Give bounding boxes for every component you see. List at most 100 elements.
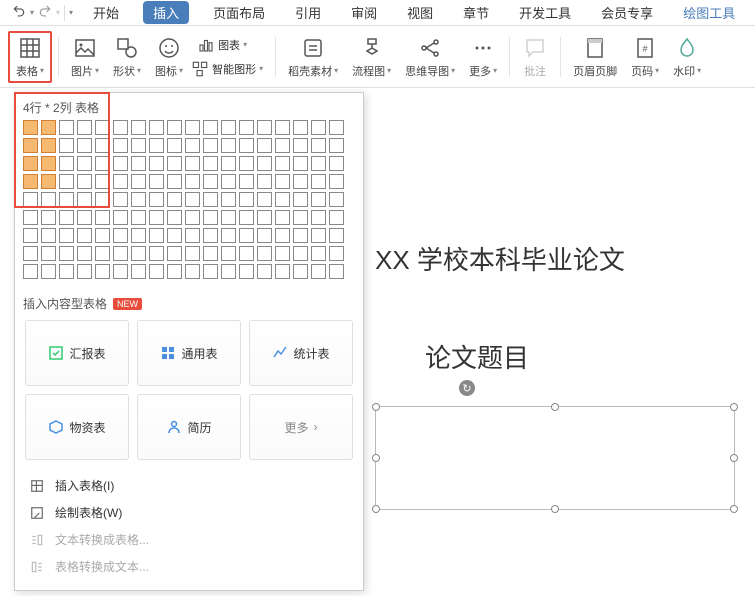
grid-cell[interactable] [23,120,38,135]
grid-cell[interactable] [221,264,236,279]
grid-cell[interactable] [239,246,254,261]
menu-draw-table[interactable]: 绘制表格(W) [15,499,363,526]
grid-cell[interactable] [77,264,92,279]
ribbon-chart[interactable]: 图表▾ [191,32,253,58]
grid-cell[interactable] [95,246,110,261]
dropdown-caret[interactable]: ▾ [56,8,60,17]
grid-cell[interactable] [221,138,236,153]
grid-cell[interactable] [275,138,290,153]
text-frame[interactable] [375,406,735,510]
tab-member[interactable]: 会员专享 [595,1,659,24]
tab-start[interactable]: 开始 [87,1,125,24]
grid-cell[interactable] [329,210,344,225]
menu-insert-table[interactable]: 插入表格(I) [15,472,363,499]
grid-cell[interactable] [149,246,164,261]
resize-handle[interactable] [551,505,559,513]
grid-cell[interactable] [23,192,38,207]
grid-cell[interactable] [131,156,146,171]
grid-cell[interactable] [113,156,128,171]
grid-cell[interactable] [311,246,326,261]
grid-cell[interactable] [275,192,290,207]
grid-cell[interactable] [149,120,164,135]
grid-cell[interactable] [221,120,236,135]
tab-chapter[interactable]: 章节 [457,1,495,24]
grid-cell[interactable] [59,120,74,135]
grid-cell[interactable] [59,264,74,279]
grid-cell[interactable] [41,192,56,207]
grid-cell[interactable] [95,192,110,207]
grid-cell[interactable] [203,156,218,171]
grid-cell[interactable] [239,138,254,153]
grid-cell[interactable] [203,228,218,243]
grid-cell[interactable] [293,156,308,171]
grid-cell[interactable] [167,174,182,189]
grid-cell[interactable] [293,120,308,135]
grid-cell[interactable] [41,228,56,243]
tab-view[interactable]: 视图 [401,1,439,24]
grid-cell[interactable] [275,156,290,171]
resize-handle[interactable] [372,403,380,411]
tab-drawing-tools[interactable]: 绘图工具 [677,1,741,24]
grid-cell[interactable] [275,264,290,279]
ribbon-header-footer[interactable]: 页眉页脚 [567,31,623,83]
grid-cell[interactable] [329,246,344,261]
grid-cell[interactable] [239,156,254,171]
grid-cell[interactable] [329,174,344,189]
grid-cell[interactable] [167,246,182,261]
grid-cell[interactable] [185,264,200,279]
grid-cell[interactable] [77,120,92,135]
grid-cell[interactable] [23,156,38,171]
grid-cell[interactable] [239,264,254,279]
grid-cell[interactable] [329,120,344,135]
grid-cell[interactable] [185,228,200,243]
undo-button[interactable] [8,2,30,24]
ribbon-page-number[interactable]: # 页码▾ [625,31,665,83]
grid-cell[interactable] [131,174,146,189]
rotate-handle[interactable]: ↻ [459,380,475,396]
grid-cell[interactable] [257,138,272,153]
grid-cell[interactable] [131,264,146,279]
grid-cell[interactable] [149,174,164,189]
grid-cell[interactable] [131,228,146,243]
table-size-grid[interactable] [15,120,363,289]
grid-cell[interactable] [113,210,128,225]
grid-cell[interactable] [59,138,74,153]
tab-references[interactable]: 引用 [289,1,327,24]
grid-cell[interactable] [149,210,164,225]
grid-cell[interactable] [95,120,110,135]
template-general[interactable]: 通用表 [137,320,241,386]
grid-cell[interactable] [293,174,308,189]
grid-cell[interactable] [185,174,200,189]
ribbon-shapes[interactable]: 形状▾ [107,31,147,83]
grid-cell[interactable] [257,246,272,261]
grid-cell[interactable] [77,192,92,207]
grid-cell[interactable] [257,174,272,189]
grid-cell[interactable] [293,192,308,207]
resize-handle[interactable] [730,454,738,462]
grid-cell[interactable] [41,138,56,153]
grid-cell[interactable] [257,228,272,243]
grid-cell[interactable] [41,120,56,135]
grid-cell[interactable] [203,120,218,135]
grid-cell[interactable] [113,228,128,243]
grid-cell[interactable] [167,228,182,243]
grid-cell[interactable] [203,210,218,225]
ribbon-icons[interactable]: 图标▾ [149,31,189,83]
grid-cell[interactable] [41,174,56,189]
grid-cell[interactable] [311,228,326,243]
grid-cell[interactable] [167,138,182,153]
tab-insert[interactable]: 插入 [143,1,189,24]
grid-cell[interactable] [185,246,200,261]
ribbon-watermark[interactable]: 水印▾ [667,31,707,83]
grid-cell[interactable] [131,138,146,153]
grid-cell[interactable] [149,156,164,171]
grid-cell[interactable] [23,264,38,279]
grid-cell[interactable] [59,192,74,207]
grid-cell[interactable] [167,192,182,207]
ribbon-picture[interactable]: 图片▾ [65,31,105,83]
grid-cell[interactable] [77,210,92,225]
grid-cell[interactable] [41,264,56,279]
grid-cell[interactable] [275,246,290,261]
ribbon-mindmap[interactable]: 思维导图▾ [399,31,461,83]
grid-cell[interactable] [59,246,74,261]
